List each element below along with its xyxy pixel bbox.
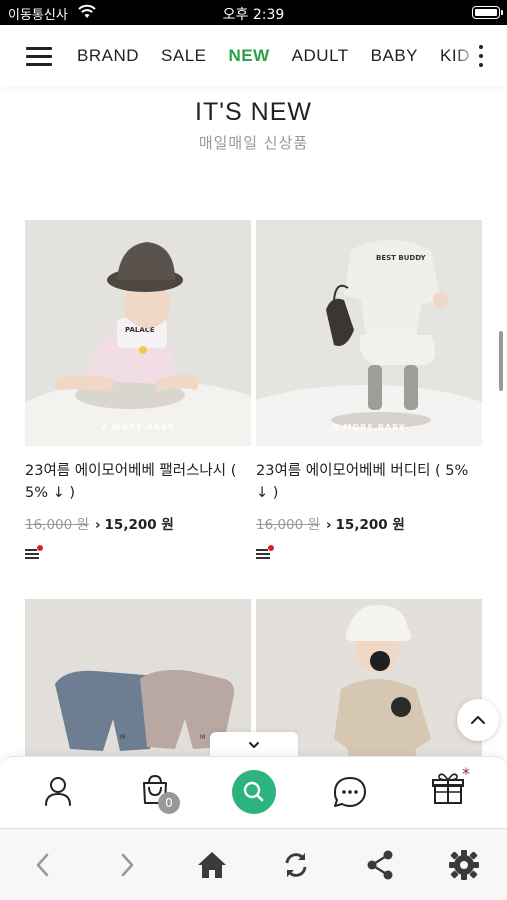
product-price: 16,000 원 › 15,200 원	[256, 513, 405, 533]
settings-icon[interactable]	[442, 843, 486, 887]
svg-text:BEST BUDDY: BEST BUDDY	[376, 254, 427, 262]
product-image[interactable]: BEST BUDDY A MORE.BABY	[256, 220, 482, 446]
back-icon[interactable]	[21, 843, 65, 887]
home-icon[interactable]	[190, 843, 234, 887]
status-bar: 이동통신사 오후 2:39	[0, 0, 507, 25]
svg-text:M: M	[120, 734, 125, 741]
browser-toolbar	[0, 828, 507, 900]
user-icon[interactable]	[28, 757, 88, 829]
search-icon	[243, 781, 264, 802]
nav-item-adult[interactable]: ADULT	[281, 46, 360, 66]
forward-icon[interactable]	[105, 843, 149, 887]
watermark: A MORE.BABY	[101, 423, 175, 432]
chevron-down-icon	[249, 742, 259, 748]
scrollbar[interactable]	[499, 331, 503, 391]
chevron-right-icon: ›	[94, 517, 101, 533]
option-list-icon[interactable]	[256, 545, 274, 561]
nav-item-sale[interactable]: SALE	[150, 46, 217, 66]
original-price: 16,000 원	[25, 517, 89, 533]
sale-price: 15,200 원	[104, 517, 174, 533]
chevron-right-icon: ›	[325, 517, 332, 533]
chevron-up-icon	[471, 716, 485, 724]
cart-icon[interactable]	[125, 757, 185, 829]
chat-icon[interactable]	[320, 757, 380, 829]
cart-count-badge: 0	[158, 792, 180, 814]
battery-icon	[472, 6, 503, 19]
section-title: IT'S NEW	[195, 98, 312, 126]
clock: 오후 2:39	[222, 7, 285, 23]
product-name[interactable]: 23여름 에이모어베베 버디티 ( 5% ↓ )	[256, 460, 482, 504]
nav-item-new[interactable]: NEW	[218, 46, 281, 66]
watermark: A MORE.BABY	[332, 423, 406, 432]
top-nav: BRAND SALE NEW ADULT BABY KIDS	[0, 25, 507, 87]
menu-icon[interactable]	[26, 46, 52, 66]
nav-item-baby[interactable]: BABY	[360, 46, 429, 66]
option-list-icon[interactable]	[25, 545, 43, 561]
more-vertical-icon[interactable]	[471, 43, 491, 69]
original-price: 16,000 원	[256, 517, 320, 533]
product-price: 16,000 원 › 15,200 원	[25, 513, 174, 533]
nav-item-brand[interactable]: BRAND	[66, 46, 150, 66]
search-button[interactable]	[232, 770, 276, 814]
section-subtitle: 매일매일 신상품	[198, 134, 309, 152]
svg-text:M: M	[200, 734, 205, 741]
refresh-icon[interactable]	[274, 843, 318, 887]
appbar-toggle[interactable]	[210, 732, 298, 758]
product-image[interactable]: PALACE A MORE.BABY	[25, 220, 251, 446]
sale-price: 15,200 원	[335, 517, 405, 533]
category-nav: BRAND SALE NEW ADULT BABY KIDS	[66, 25, 493, 87]
share-icon[interactable]	[358, 843, 402, 887]
scroll-to-top-button[interactable]	[457, 699, 499, 741]
gift-new-marker: *	[462, 764, 470, 783]
product-name[interactable]: 23여름 에이모어베베 팰러스나시 ( 5% ↓ )	[25, 460, 251, 504]
